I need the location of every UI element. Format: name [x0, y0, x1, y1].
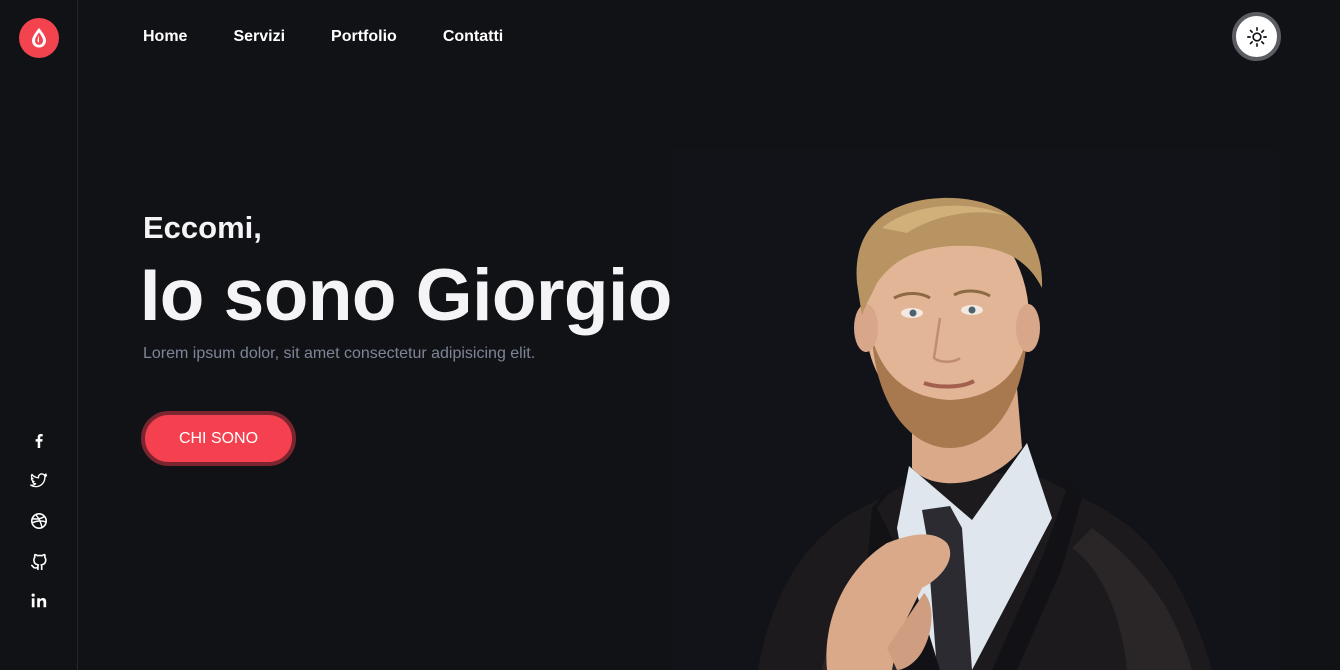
facebook-icon[interactable] — [26, 428, 52, 454]
linkedin-icon[interactable] — [26, 588, 52, 614]
left-rail — [0, 0, 78, 670]
portrait-illustration — [758, 197, 1212, 670]
droplet-logo-icon[interactable] — [19, 18, 59, 58]
theme-toggle-button[interactable] — [1232, 12, 1281, 61]
hero-headline: Io sono Giorgio — [140, 255, 672, 336]
nav-item-portfolio[interactable]: Portfolio — [331, 28, 397, 46]
twitter-icon[interactable] — [26, 468, 52, 494]
page: Home Servizi Portfolio Contatti Eccomi, … — [0, 0, 1340, 670]
social-links — [0, 428, 78, 628]
nav-item-contatti[interactable]: Contatti — [443, 28, 503, 46]
chi-sono-button[interactable]: CHI SONO — [141, 411, 296, 466]
portrait-photo — [672, 148, 1278, 670]
hero-lead: Lorem ipsum dolor, sit amet consectetur … — [143, 345, 536, 362]
sun-icon — [1246, 26, 1267, 47]
hero-greeting: Eccomi, — [143, 210, 262, 245]
nav-item-servizi[interactable]: Servizi — [233, 28, 285, 46]
dribbble-icon[interactable] — [26, 508, 52, 534]
github-icon[interactable] — [26, 548, 52, 574]
nav-item-home[interactable]: Home — [143, 28, 187, 46]
top-nav: Home Servizi Portfolio Contatti — [143, 28, 549, 46]
